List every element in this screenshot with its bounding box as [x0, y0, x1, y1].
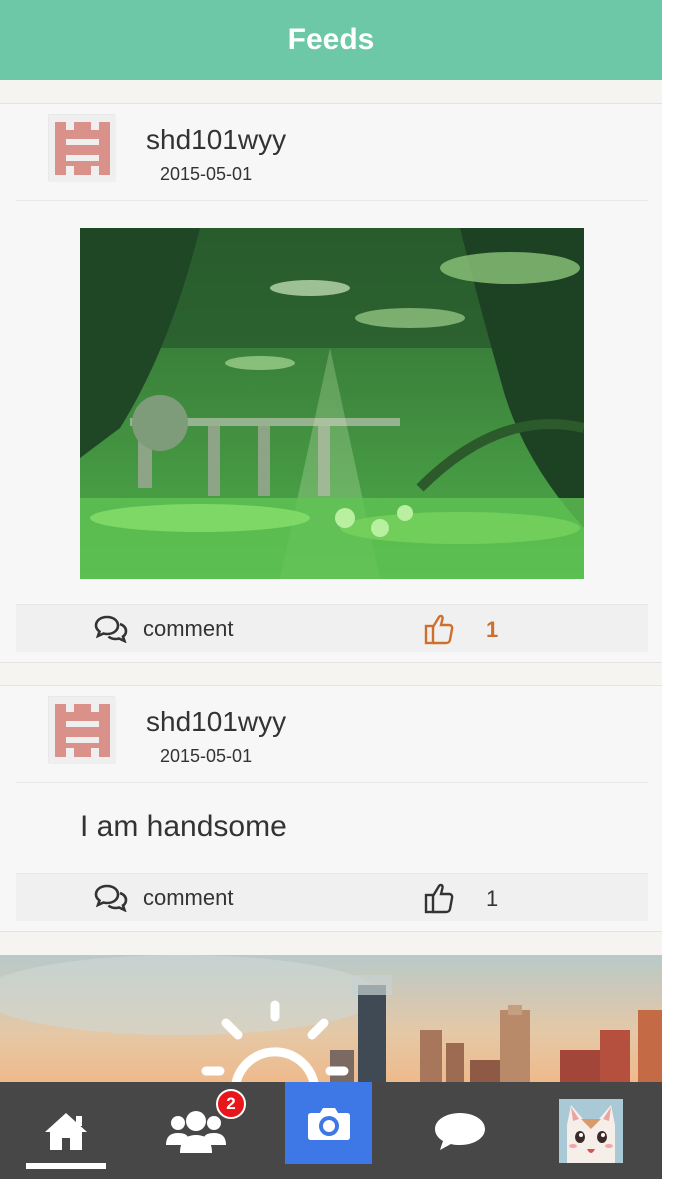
comments-icon [94, 615, 128, 643]
post-text: I am handsome [80, 810, 287, 843]
camera-icon [307, 1108, 350, 1140]
comments-icon [94, 884, 128, 912]
like-button[interactable] [424, 881, 454, 915]
notification-badge: 2 [216, 1089, 246, 1119]
post-username[interactable]: shd101wyy [146, 706, 286, 738]
like-button[interactable] [424, 612, 454, 646]
home-icon [45, 1112, 87, 1150]
comment-button[interactable]: comment [94, 882, 233, 914]
feed-post: shd101wyy 2015-05-01 comment 1 [0, 103, 662, 663]
thumbs-up-icon [424, 883, 454, 914]
feeds-page: Feeds shd101wyy 2015-05-01 comment 1 shd… [0, 0, 662, 1179]
feed-post: shd101wyy 2015-05-01 I am handsome comme… [0, 685, 662, 932]
like-count: 1 [486, 617, 499, 642]
tab-profile[interactable] [556, 1082, 626, 1179]
post-action-bar: comment 1 [16, 873, 648, 921]
post-divider [16, 200, 648, 201]
comment-button[interactable]: comment [94, 613, 233, 645]
header-bar: Feeds [0, 0, 662, 80]
post-image-preview[interactable] [0, 955, 662, 1085]
active-tab-indicator [26, 1163, 106, 1169]
friends-icon [166, 1110, 226, 1153]
castle-avatar-icon [49, 697, 116, 764]
comment-label: comment [143, 885, 234, 910]
post-divider [16, 782, 648, 783]
chat-bubble-icon [435, 1112, 485, 1150]
post-action-bar: comment 1 [16, 604, 648, 652]
post-image[interactable] [80, 228, 584, 579]
page-title: Feeds [287, 23, 375, 56]
thumbs-up-icon [424, 614, 454, 645]
user-avatar[interactable] [48, 114, 116, 182]
city-skyline-image [0, 955, 662, 1085]
tab-messages[interactable] [414, 1082, 506, 1179]
cat-avatar-icon [559, 1098, 623, 1163]
profile-avatar [559, 1098, 623, 1163]
castle-avatar-icon [49, 115, 116, 182]
like-count: 1 [486, 886, 499, 911]
post-date: 2015-05-01 [160, 164, 253, 184]
post-username[interactable]: shd101wyy [146, 124, 286, 156]
forest-illustration [80, 228, 584, 579]
tab-camera[interactable] [285, 1082, 372, 1164]
post-date: 2015-05-01 [160, 746, 253, 766]
comment-label: comment [143, 616, 234, 641]
user-avatar[interactable] [48, 696, 116, 764]
